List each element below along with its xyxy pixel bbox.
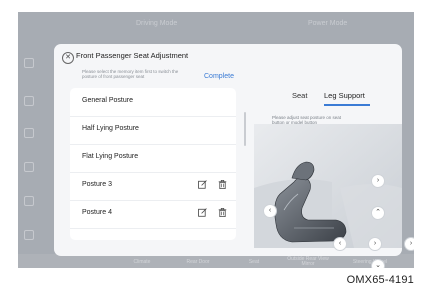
bg-bottom-steering: Steering Wheel [352,259,388,265]
list-item[interactable]: Half Lying Posture [70,116,236,145]
dialog-title: Front Passenger Seat Adjustment [76,51,189,60]
posture-label: Flat Lying Posture [82,153,139,160]
bg-bottom-climate: Climate [133,259,151,265]
trash-icon[interactable] [218,180,227,189]
seat-adjustment-dialog: ✕ Front Passenger Seat Adjustment Please… [54,44,414,268]
posture-label: Half Lying Posture [82,125,139,132]
seat-backward-control[interactable]: ‹ [333,237,347,251]
bg-bottom-bar: Climate Rear Door Seat Outside Rear View… [18,254,414,268]
active-tab-indicator [324,104,370,106]
bg-bottom-mirror: Outside Rear View Mirror [287,256,329,267]
trash-icon[interactable] [218,208,227,217]
bg-sidebar-icon [24,96,34,106]
seat-tilt-right-control[interactable]: › [371,174,385,188]
seat-forward-control[interactable]: › [368,237,382,251]
tab-leg-support[interactable]: Leg Support [324,91,365,100]
leg-support-extend-control[interactable]: › [404,237,414,251]
close-icon[interactable]: ✕ [62,52,74,64]
seat-down-control[interactable]: ⌄ [371,259,385,268]
edit-icon[interactable] [198,180,207,189]
bg-bottom-seat: Seat [248,259,260,265]
seat-up-control[interactable]: ⌃ [371,206,385,220]
posture-label: Posture 4 [82,209,112,216]
bg-sidebar-icon [24,58,34,68]
posture-label: Posture 3 [82,181,112,188]
bg-sidebar-icon [24,162,34,172]
edit-icon[interactable] [198,208,207,217]
memory-hint-text: Please select the memory item first to s… [82,69,179,79]
background-screen: Driving Mode Power Mode Climate Rear Doo… [18,12,414,268]
posture-label: General Posture [82,97,133,104]
list-item[interactable]: Flat Lying Posture [70,144,236,173]
list-scrollbar[interactable] [244,112,246,146]
seat-back-left-control[interactable]: ‹ [263,204,277,218]
list-item[interactable]: Posture 4 [70,200,236,229]
bg-power-mode-tab: Power Mode [308,20,348,27]
bg-driving-mode-tab: Driving Mode [136,20,178,27]
list-item[interactable]: General Posture [70,88,236,117]
bg-sidebar-icon [24,128,34,138]
seat-model-panel: ‹ › ⌃ ‹ › › ⌄ [254,124,414,268]
figure-caption: OMX65-4191 [346,274,414,286]
list-item[interactable]: Posture 3 [70,172,236,201]
bg-sidebar-icon [24,230,34,240]
tab-seat[interactable]: Seat [292,91,307,100]
bg-bottom-rear-door: Rear Door [186,259,210,265]
posture-list: General Posture Half Lying Posture Flat … [70,88,236,240]
bg-sidebar-icon [24,196,34,206]
complete-button[interactable]: Complete [204,73,234,80]
